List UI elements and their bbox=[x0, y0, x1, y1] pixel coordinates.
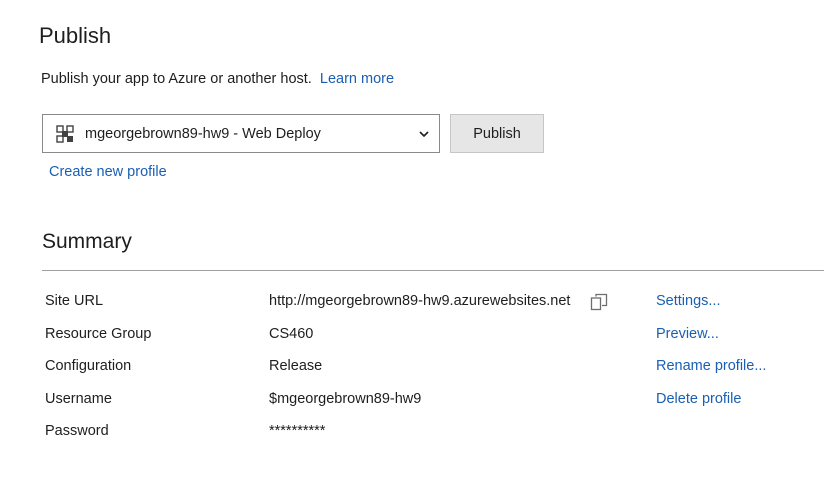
delete-profile-link[interactable]: Delete profile bbox=[656, 391, 741, 407]
username-label: Username bbox=[45, 391, 112, 407]
username-value: $mgeorgebrown89-hw9 bbox=[269, 391, 422, 407]
copy-icon[interactable] bbox=[590, 293, 608, 311]
publish-button[interactable]: Publish bbox=[450, 114, 544, 153]
site-url-label: Site URL bbox=[45, 293, 104, 309]
profile-selected-value: mgeorgebrown89-hw9 - Web Deploy bbox=[85, 125, 321, 142]
chevron-down-icon bbox=[417, 127, 431, 141]
publish-description: Publish your app to Azure or another hos… bbox=[41, 71, 394, 87]
resource-group-value: CS460 bbox=[269, 326, 314, 342]
site-url-link[interactable]: http://mgeorgebrown89-hw9.azurewebsites.… bbox=[269, 293, 570, 309]
configuration-label: Configuration bbox=[45, 358, 132, 374]
summary-heading: Summary bbox=[42, 230, 132, 253]
password-label: Password bbox=[45, 423, 109, 439]
settings-link[interactable]: Settings... bbox=[656, 293, 720, 309]
profile-dropdown[interactable]: mgeorgebrown89-hw9 - Web Deploy bbox=[42, 114, 440, 153]
description-text: Publish your app to Azure or another hos… bbox=[41, 71, 312, 87]
resource-group-label: Resource Group bbox=[45, 326, 152, 342]
summary-divider bbox=[42, 270, 824, 271]
password-value: ********** bbox=[269, 423, 326, 439]
publish-page: Publish Publish your app to Azure or ano… bbox=[0, 0, 824, 501]
configuration-value: Release bbox=[269, 358, 323, 374]
page-title: Publish bbox=[39, 23, 112, 48]
preview-link[interactable]: Preview... bbox=[656, 326, 719, 342]
learn-more-link[interactable]: Learn more bbox=[320, 71, 394, 87]
rename-profile-link[interactable]: Rename profile... bbox=[656, 358, 766, 374]
web-deploy-icon bbox=[55, 124, 75, 144]
create-new-profile-link[interactable]: Create new profile bbox=[49, 164, 167, 180]
